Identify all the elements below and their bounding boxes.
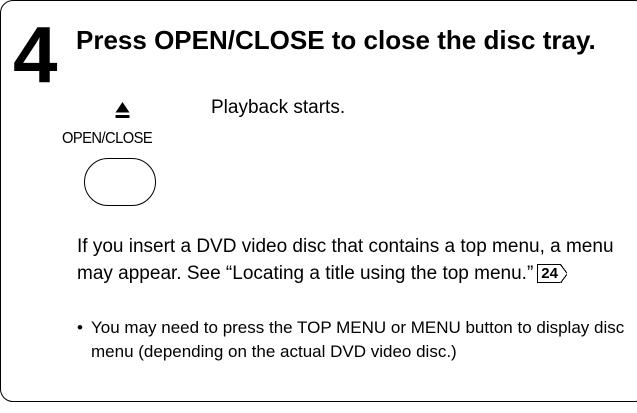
body-paragraph-text: If you insert a DVD video disc that cont… bbox=[77, 236, 614, 284]
result-text: Playback starts. bbox=[211, 97, 346, 118]
step-title: Press OPEN/CLOSE to close the disc tray. bbox=[76, 25, 596, 55]
page-reference: 24 bbox=[537, 263, 567, 284]
open-close-label: OPEN/CLOSE bbox=[62, 130, 153, 147]
note-item: You may need to press the TOP MENU or ME… bbox=[77, 316, 637, 364]
open-close-button-illustration bbox=[84, 158, 156, 206]
eject-icon bbox=[115, 102, 130, 118]
instruction-panel: 4 Press OPEN/CLOSE to close the disc tra… bbox=[0, 0, 637, 402]
step-number: 4 bbox=[13, 10, 57, 99]
body-paragraph: If you insert a DVD video disc that cont… bbox=[77, 233, 637, 287]
notes-list: You may need to press the TOP MENU or ME… bbox=[77, 316, 637, 364]
